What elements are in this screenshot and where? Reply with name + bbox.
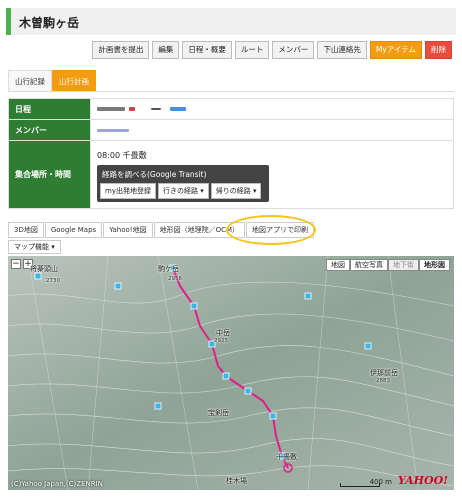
redacted-date [128,107,135,111]
yahoo-logo: YAHOO! [397,474,448,487]
waypoint-marker[interactable] [190,302,198,310]
waypoint-marker[interactable] [304,292,312,300]
tab-yahoo-map[interactable]: Yahoo!地図 [103,222,153,238]
waypoint-marker[interactable] [222,372,230,380]
waypoint-marker[interactable] [364,342,372,350]
map-type-underground[interactable]: 地下街 [388,259,419,271]
submit-plan-button[interactable]: 計画書を提出 [92,41,150,59]
tab-google-maps[interactable]: Google Maps [44,222,103,238]
place-label: 宝剣岳 [208,409,229,417]
action-toolbar: 計画書を提出 編集 日程・概要 ルート メンバー 下山連絡先 Myアイテム 削除 [92,41,452,59]
topo-map[interactable]: − + 地図 航空写真 地下街 地形図 将棊頭山 2730 駒ケ岳 2956 中… [8,256,454,490]
redacted-date [151,108,162,110]
map-type-standard[interactable]: 地図 [326,259,350,271]
meeting-label: 集合場所・時間 [8,140,91,209]
redacted-member [97,128,129,132]
elevation-label: 2925 [214,338,228,344]
meeting-time: 08:00 千畳敷 [97,150,147,160]
place-label: 将棊頭山 [30,265,58,273]
descent-contact-button[interactable]: 下山連絡先 [317,41,367,59]
return-route-dropdown[interactable]: 帰りの経路 ▾ [210,182,262,199]
member-value [90,119,454,141]
map-function-dropdown[interactable]: マップ機能 ▾ [8,240,61,254]
redacted-date [169,107,186,111]
transit-panel: 経路を調べる(Google Transit) my出発地登録 行きの経路 ▾ 帰… [97,164,269,202]
waypoint-marker[interactable] [244,387,252,395]
delete-button[interactable]: 削除 [425,41,452,59]
highlight-circle [226,215,316,245]
tab-3d-map[interactable]: 3D地図 [8,222,44,238]
plan-info-table: 日程 メンバー 集合場所・時間 08:00 千畳敷 経路を調べる(Google … [8,98,454,209]
map-scale-label: 400 m [369,478,392,486]
schedule-label: 日程 [8,98,91,120]
page-header: 木曽駒ヶ岳 [6,8,456,35]
elevation-label: 2730 [46,278,60,284]
place-label: 千畳敷 [276,453,297,461]
place-label: 伊那前岳 [370,369,398,377]
place-label: 中岳 [216,329,230,337]
waypoint-marker[interactable] [114,282,122,290]
redacted-date [97,107,125,111]
place-label: 駒ケ岳 [158,265,179,273]
elevation-label: 2956 [168,276,182,282]
map-type-aerial[interactable]: 航空写真 [350,259,388,271]
edit-button[interactable]: 編集 [152,41,180,59]
transit-title: 経路を調べる(Google Transit) [102,169,207,179]
map-copyright: (C)Yahoo Japan,(C)ZENRIN [11,480,103,488]
my-items-button[interactable]: Myアイテム [369,41,422,59]
place-label: 桂木場 [226,477,247,485]
waypoint-marker[interactable] [154,402,162,410]
elevation-label: 2883 [376,378,390,384]
map-type-topo[interactable]: 地形図 [419,259,450,271]
waypoint-marker[interactable] [269,412,277,420]
route-button[interactable]: ルート [234,41,270,59]
page-title: 木曽駒ヶ岳 [19,16,80,30]
member-label: メンバー [8,119,91,141]
tab-plan[interactable]: 山行計画 [52,70,96,91]
record-plan-tabs: 山行記録 山行計画 [8,70,454,92]
schedule-overview-button[interactable]: 日程・概要 [182,41,232,59]
zoom-out-button[interactable]: − [11,259,21,269]
map-type-selector: 地図 航空写真 地下街 地形図 [326,259,450,271]
schedule-value [90,98,454,120]
members-button[interactable]: メンバー [272,41,315,59]
register-departure-button[interactable]: my出発地登録 [100,182,156,199]
outbound-route-dropdown[interactable]: 行きの経路 ▾ [157,182,209,199]
tab-record[interactable]: 山行記録 [8,70,52,91]
